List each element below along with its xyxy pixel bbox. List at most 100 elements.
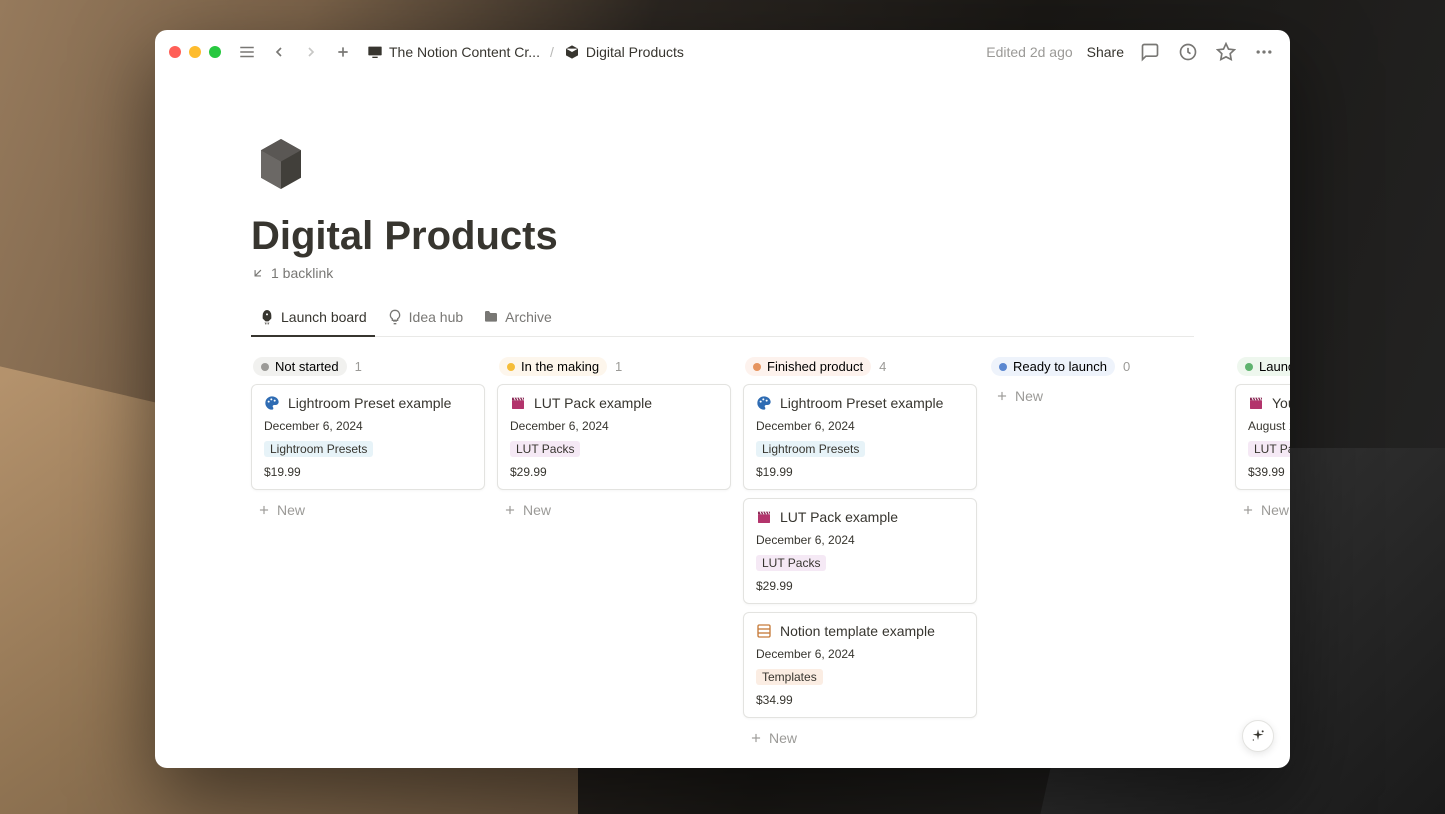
new-card-button[interactable]: New <box>251 498 485 522</box>
tab-label: Idea hub <box>409 309 464 325</box>
favorite-icon[interactable] <box>1214 40 1238 64</box>
nav-forward-button[interactable] <box>299 40 323 64</box>
column-count: 1 <box>355 359 362 374</box>
board-card[interactable]: Lightroom Preset example December 6, 202… <box>743 384 977 490</box>
board-card[interactable]: Lightroom Preset example December 6, 202… <box>251 384 485 490</box>
card-price: $34.99 <box>756 693 964 707</box>
sidebar-toggle-icon[interactable] <box>235 40 259 64</box>
nav-back-button[interactable] <box>267 40 291 64</box>
card-date: December 6, 2024 <box>264 419 472 433</box>
view-tabs: Launch board Idea hub Archive <box>251 301 1194 337</box>
new-card-label: New <box>277 502 305 518</box>
board-card[interactable]: LUT Pack example December 6, 2024 LUT Pa… <box>497 384 731 490</box>
card-date: December 6, 2024 <box>756 647 964 661</box>
card-tag: LUT Packs <box>510 441 580 457</box>
card-title: Lightroom Preset example <box>288 395 451 411</box>
tab-label: Archive <box>505 309 552 325</box>
card-price: $19.99 <box>756 465 964 479</box>
tab-label: Launch board <box>281 309 367 325</box>
clapper-icon <box>510 395 526 411</box>
new-card-button[interactable]: New <box>497 498 731 522</box>
card-tag: LUT Packs <box>1248 441 1290 457</box>
more-icon[interactable] <box>1252 40 1276 64</box>
card-price: $19.99 <box>264 465 472 479</box>
card-title: LUT Pack example <box>780 509 898 525</box>
page-content: Digital Products 1 backlink Launch board… <box>155 74 1290 768</box>
status-dot-icon <box>261 363 269 371</box>
plus-icon <box>1241 503 1255 517</box>
clapper-icon <box>1248 395 1264 411</box>
sparkle-icon <box>1250 728 1266 744</box>
backlink-icon <box>251 266 265 280</box>
column-count: 4 <box>879 359 886 374</box>
column-in_making: In the making 1 LUT Pack example Decembe… <box>497 353 731 750</box>
column-count: 1 <box>615 359 622 374</box>
status-dot-icon <box>1245 363 1253 371</box>
new-tab-button[interactable] <box>331 40 355 64</box>
card-date: December 6, 2024 <box>510 419 718 433</box>
breadcrumb-current-label: Digital Products <box>586 44 684 60</box>
breadcrumb-current[interactable]: Digital Products <box>560 42 688 62</box>
plus-icon <box>257 503 271 517</box>
new-card-button[interactable]: New <box>1235 498 1290 522</box>
column-header[interactable]: Launched <box>1235 353 1290 384</box>
column-header[interactable]: In the making 1 <box>497 353 731 384</box>
board-card[interactable]: Notion template example December 6, 2024… <box>743 612 977 718</box>
topbar: The Notion Content Cr... / Digital Produ… <box>155 30 1290 74</box>
status-pill: Finished product <box>745 357 871 376</box>
tab-archive[interactable]: Archive <box>475 301 560 337</box>
column-label: Not started <box>275 359 339 374</box>
tab-idea-hub[interactable]: Idea hub <box>379 301 472 337</box>
card-date: August 14, 2024 <box>1248 419 1290 433</box>
page-header: Digital Products 1 backlink <box>155 74 1290 281</box>
column-header[interactable]: Finished product 4 <box>743 353 977 384</box>
status-dot-icon <box>507 363 515 371</box>
breadcrumb-parent[interactable]: The Notion Content Cr... <box>363 42 544 62</box>
backlink-button[interactable]: 1 backlink <box>251 265 1194 281</box>
board-card[interactable]: YouTube e August 14, 2024 LUT Packs $39.… <box>1235 384 1290 490</box>
bulb-icon <box>387 309 403 325</box>
card-price: $29.99 <box>510 465 718 479</box>
column-header[interactable]: Ready to launch 0 <box>989 353 1223 384</box>
card-title: Lightroom Preset example <box>780 395 943 411</box>
page-title[interactable]: Digital Products <box>251 214 1194 259</box>
last-edited-label: Edited 2d ago <box>986 44 1072 60</box>
history-icon[interactable] <box>1176 40 1200 64</box>
page-icon[interactable] <box>251 134 311 194</box>
breadcrumb-parent-label: The Notion Content Cr... <box>389 44 540 60</box>
clapper-icon <box>756 509 772 525</box>
plus-icon <box>749 731 763 745</box>
new-card-button[interactable]: New <box>989 384 1223 408</box>
folder-icon <box>483 309 499 325</box>
plus-icon <box>503 503 517 517</box>
card-price: $29.99 <box>756 579 964 593</box>
minimize-window-button[interactable] <box>189 46 201 58</box>
palette-icon <box>264 395 280 411</box>
status-pill: In the making <box>499 357 607 376</box>
column-label: Ready to launch <box>1013 359 1107 374</box>
maximize-window-button[interactable] <box>209 46 221 58</box>
card-tag: Templates <box>756 669 823 685</box>
card-date: December 6, 2024 <box>756 533 964 547</box>
breadcrumb: The Notion Content Cr... / Digital Produ… <box>363 42 688 62</box>
monitor-icon <box>367 44 383 60</box>
new-card-label: New <box>1015 388 1043 404</box>
board-card[interactable]: LUT Pack example December 6, 2024 LUT Pa… <box>743 498 977 604</box>
new-card-label: New <box>523 502 551 518</box>
close-window-button[interactable] <box>169 46 181 58</box>
ai-assist-button[interactable] <box>1242 720 1274 752</box>
new-card-button[interactable]: New <box>743 726 977 750</box>
comments-icon[interactable] <box>1138 40 1162 64</box>
card-tag: Lightroom Presets <box>756 441 865 457</box>
card-title: LUT Pack example <box>534 395 652 411</box>
column-count: 0 <box>1123 359 1130 374</box>
window-controls <box>169 46 221 58</box>
status-dot-icon <box>999 363 1007 371</box>
column-header[interactable]: Not started 1 <box>251 353 485 384</box>
plus-icon <box>995 389 1009 403</box>
tab-launch-board[interactable]: Launch board <box>251 301 375 337</box>
card-tag: Lightroom Presets <box>264 441 373 457</box>
kanban-board: Not started 1 Lightroom Preset example D… <box>155 337 1290 766</box>
share-button[interactable]: Share <box>1087 44 1124 60</box>
status-pill: Launched <box>1237 357 1290 376</box>
